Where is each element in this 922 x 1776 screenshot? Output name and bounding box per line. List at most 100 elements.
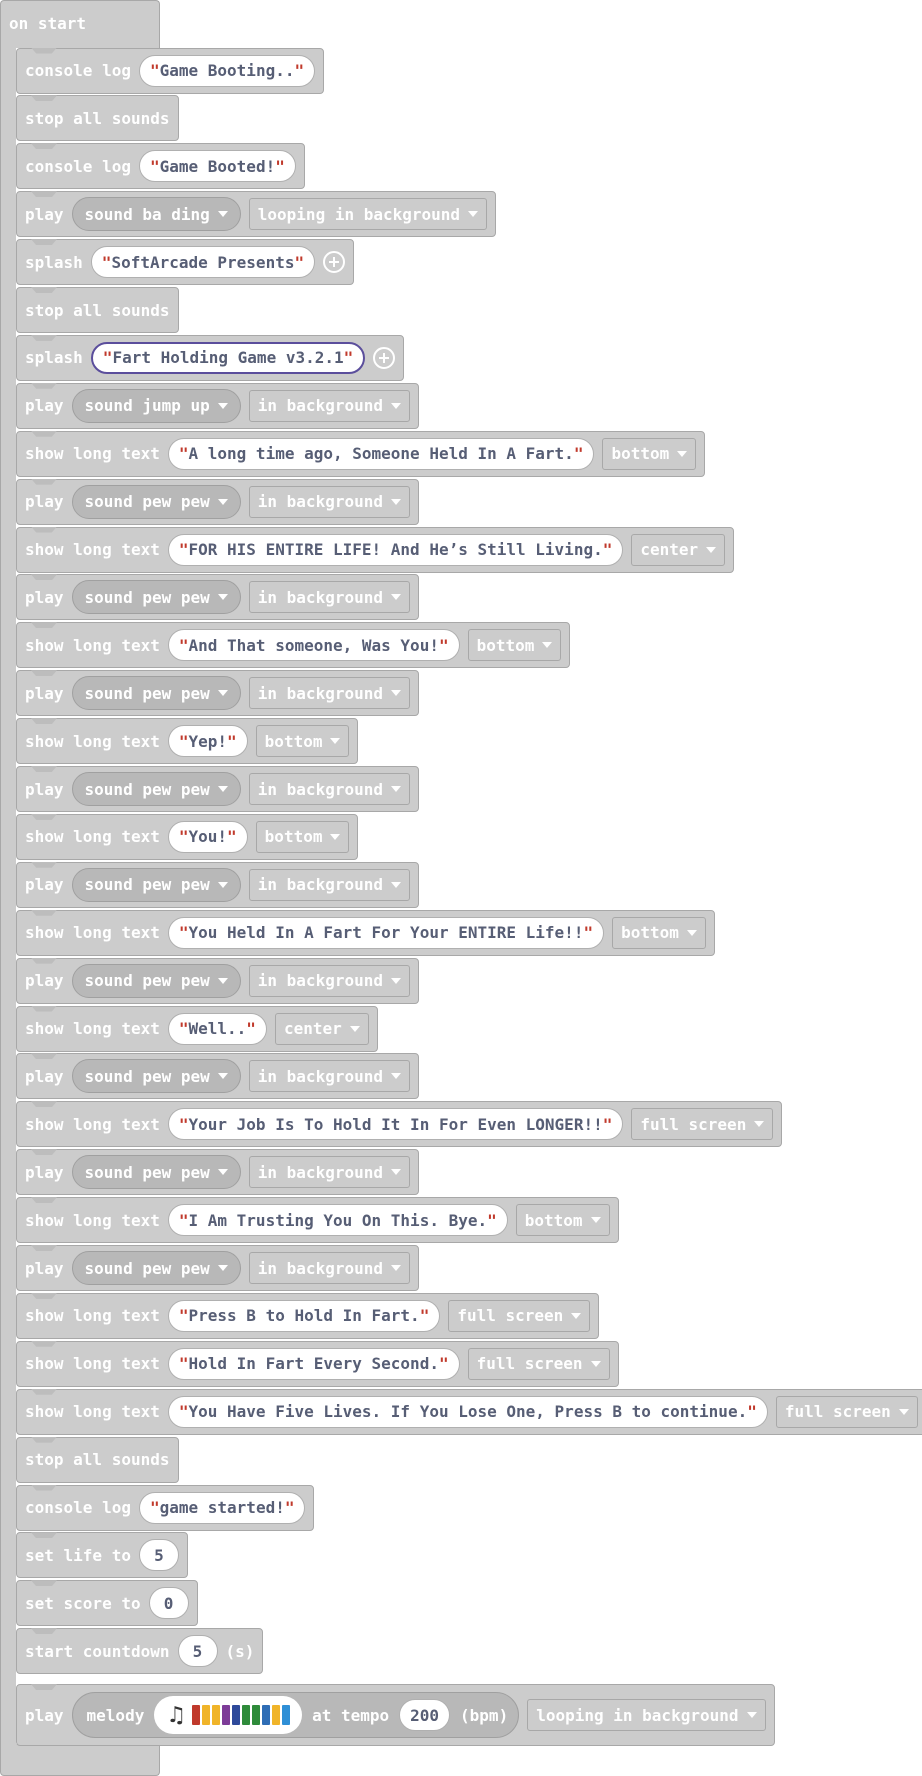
block-play[interactable]: play sound jump up in background (16, 382, 419, 429)
block-play[interactable]: play sound pew pew in background (16, 1053, 419, 1100)
sound-dropdown[interactable]: sound pew pew (71, 1155, 241, 1190)
playback-mode-dropdown[interactable]: in background (248, 1252, 410, 1284)
close-quote: " (602, 540, 613, 559)
playback-mode-dropdown[interactable]: in background (248, 868, 410, 901)
plus-circle-icon[interactable] (323, 251, 346, 274)
string-input[interactable]: " And That someone, Was You! " (167, 629, 460, 662)
block-notch (31, 1484, 57, 1491)
string-input[interactable]: " Game Booting.. " (138, 54, 316, 87)
position-dropdown[interactable]: full screen (775, 1395, 918, 1428)
number-input[interactable]: 5 (177, 1635, 218, 1668)
block-text[interactable]: show long text " A long time ago, Someone … (16, 430, 706, 477)
block-text[interactable]: show long text " You! " bottom (16, 813, 359, 860)
block-text[interactable]: show long text " Hold In Fart Every Second… (16, 1340, 619, 1387)
block-log[interactable]: console log " game started! " (16, 1484, 315, 1531)
playback-mode-dropdown-value: in background (257, 779, 383, 799)
block-setnum[interactable]: set life to 5 (16, 1532, 188, 1579)
sound-dropdown[interactable]: sound pew pew (71, 1251, 241, 1285)
string-input[interactable]: " SoftArcade Presents " (90, 246, 316, 279)
block-play[interactable]: play sound ba ding looping in background (16, 191, 497, 238)
block-text[interactable]: show long text " Press B to Hold In Fart. "… (16, 1292, 600, 1339)
block-play[interactable]: play sound pew pew in background (16, 670, 419, 717)
block-setnum[interactable]: set score to 0 (16, 1580, 198, 1627)
block-text[interactable]: show long text " You Have Five Lives. If Y… (16, 1388, 922, 1435)
block-text[interactable]: show long text " I Am Trusting You On This… (16, 1197, 619, 1244)
block-play[interactable]: play sound pew pew in background (16, 574, 419, 621)
block-play[interactable]: play sound pew pew in background (16, 1149, 419, 1196)
block-text[interactable]: show long text " Well.. " center (16, 1005, 378, 1052)
block-text[interactable]: show long text " FOR HIS ENTIRE LIFE! And … (16, 526, 735, 573)
playback-mode-dropdown[interactable]: looping in background (527, 1699, 766, 1732)
position-dropdown[interactable]: full screen (467, 1347, 610, 1380)
sound-dropdown[interactable]: sound pew pew (71, 1059, 241, 1094)
position-dropdown[interactable]: bottom (467, 629, 562, 662)
playback-mode-dropdown[interactable]: in background (248, 964, 410, 997)
sound-dropdown[interactable]: sound pew pew (71, 676, 241, 711)
string-input[interactable]: " Yep! " (167, 725, 248, 758)
sound-dropdown[interactable]: sound pew pew (71, 867, 241, 902)
position-dropdown[interactable]: full screen (631, 1108, 774, 1141)
block-stop[interactable]: stop all sounds (16, 287, 179, 333)
string-input[interactable]: " I Am Trusting You On This. Bye. " (167, 1204, 508, 1237)
playback-mode-dropdown[interactable]: in background (248, 581, 410, 614)
string-input[interactable]: " FOR HIS ENTIRE LIFE! And He’s Still Liv… (167, 533, 624, 566)
string-input[interactable]: " Fart Holding Game v3.2.1 " (90, 341, 366, 374)
block-text[interactable]: show long text " You Held In A Fart For Yo… (16, 909, 715, 956)
string-input[interactable]: " Hold In Fart Every Second. " (167, 1347, 460, 1380)
block-log[interactable]: console log " Game Booted! " (16, 143, 305, 190)
string-input[interactable]: " A long time ago, Someone Held In A Fart… (167, 437, 595, 470)
sound-dropdown[interactable]: sound pew pew (71, 580, 241, 615)
string-input[interactable]: " Your Job Is To Hold It In For Even LONG… (167, 1108, 624, 1141)
block-melody[interactable]: play melody ♫ at tempo 200 (bpm) looping in ba… (16, 1684, 775, 1747)
playback-mode-dropdown[interactable]: in background (248, 677, 410, 710)
string-input[interactable]: " You! " (167, 820, 248, 853)
sound-dropdown[interactable]: sound pew pew (71, 772, 241, 806)
melody-reporter[interactable]: melody ♫ at tempo 200 (bpm) (71, 1692, 520, 1739)
position-dropdown[interactable]: center (631, 533, 726, 566)
block-stop[interactable]: stop all sounds (16, 1436, 179, 1483)
sound-dropdown[interactable]: sound pew pew (71, 484, 241, 519)
playback-mode-dropdown[interactable]: in background (248, 773, 410, 805)
position-dropdown[interactable]: full screen (448, 1299, 591, 1332)
position-dropdown[interactable]: bottom (602, 437, 697, 470)
playback-mode-dropdown[interactable]: in background (248, 389, 410, 422)
position-dropdown-value: bottom (524, 1210, 583, 1230)
block-countdown[interactable]: start countdown 5 (s) (16, 1628, 264, 1675)
block-play[interactable]: play sound pew pew in background (16, 478, 419, 525)
block-text[interactable]: show long text " And That someone, Was You… (16, 622, 571, 669)
position-dropdown[interactable]: bottom (612, 916, 706, 949)
sound-dropdown[interactable]: sound pew pew (71, 963, 241, 998)
position-dropdown[interactable]: bottom (515, 1204, 610, 1237)
block-splash[interactable]: splash " SoftArcade Presents " (16, 239, 355, 286)
sound-dropdown[interactable]: sound jump up (71, 388, 241, 423)
position-dropdown[interactable]: bottom (255, 725, 350, 758)
playback-mode-dropdown[interactable]: looping in background (248, 198, 488, 231)
block-text[interactable]: show long text " Your Job Is To Hold It In… (16, 1101, 783, 1148)
number-input[interactable]: 0 (148, 1587, 189, 1620)
block-log[interactable]: console log " Game Booting.. " (16, 47, 325, 94)
block-text[interactable]: show long text " Yep! " bottom (16, 718, 359, 765)
plus-circle-icon[interactable] (373, 346, 396, 369)
position-dropdown[interactable]: bottom (255, 820, 350, 853)
number-input[interactable]: 5 (138, 1539, 179, 1572)
playback-mode-dropdown[interactable]: in background (248, 485, 410, 518)
block-play[interactable]: play sound pew pew in background (16, 861, 419, 908)
string-input[interactable]: " Game Booted! " (138, 150, 296, 183)
string-input[interactable]: " Press B to Hold In Fart. " (167, 1299, 441, 1332)
block-stop[interactable]: stop all sounds (16, 95, 179, 142)
block-play[interactable]: play sound pew pew in background (16, 957, 419, 1004)
block-play[interactable]: play sound pew pew in background (16, 766, 419, 812)
position-dropdown[interactable]: center (274, 1012, 369, 1045)
melody-editor[interactable]: ♫ (154, 1696, 303, 1735)
string-input[interactable]: " Well.. " (167, 1012, 267, 1045)
block-play[interactable]: play sound pew pew in background (16, 1245, 419, 1291)
block-splash[interactable]: splash " Fart Holding Game v3.2.1 " (16, 334, 405, 381)
sound-dropdown[interactable]: sound ba ding (71, 197, 241, 232)
on-start-hat[interactable]: on start (0, 0, 160, 48)
string-input[interactable]: " You Held In A Fart For Your ENTIRE Life… (167, 916, 605, 949)
playback-mode-dropdown[interactable]: in background (248, 1156, 410, 1189)
tempo-input[interactable]: 200 (399, 1699, 451, 1732)
string-input[interactable]: " game started! " (138, 1491, 306, 1524)
string-input[interactable]: " You Have Five Lives. If You Lose One, P… (167, 1395, 768, 1428)
playback-mode-dropdown[interactable]: in background (248, 1060, 410, 1093)
